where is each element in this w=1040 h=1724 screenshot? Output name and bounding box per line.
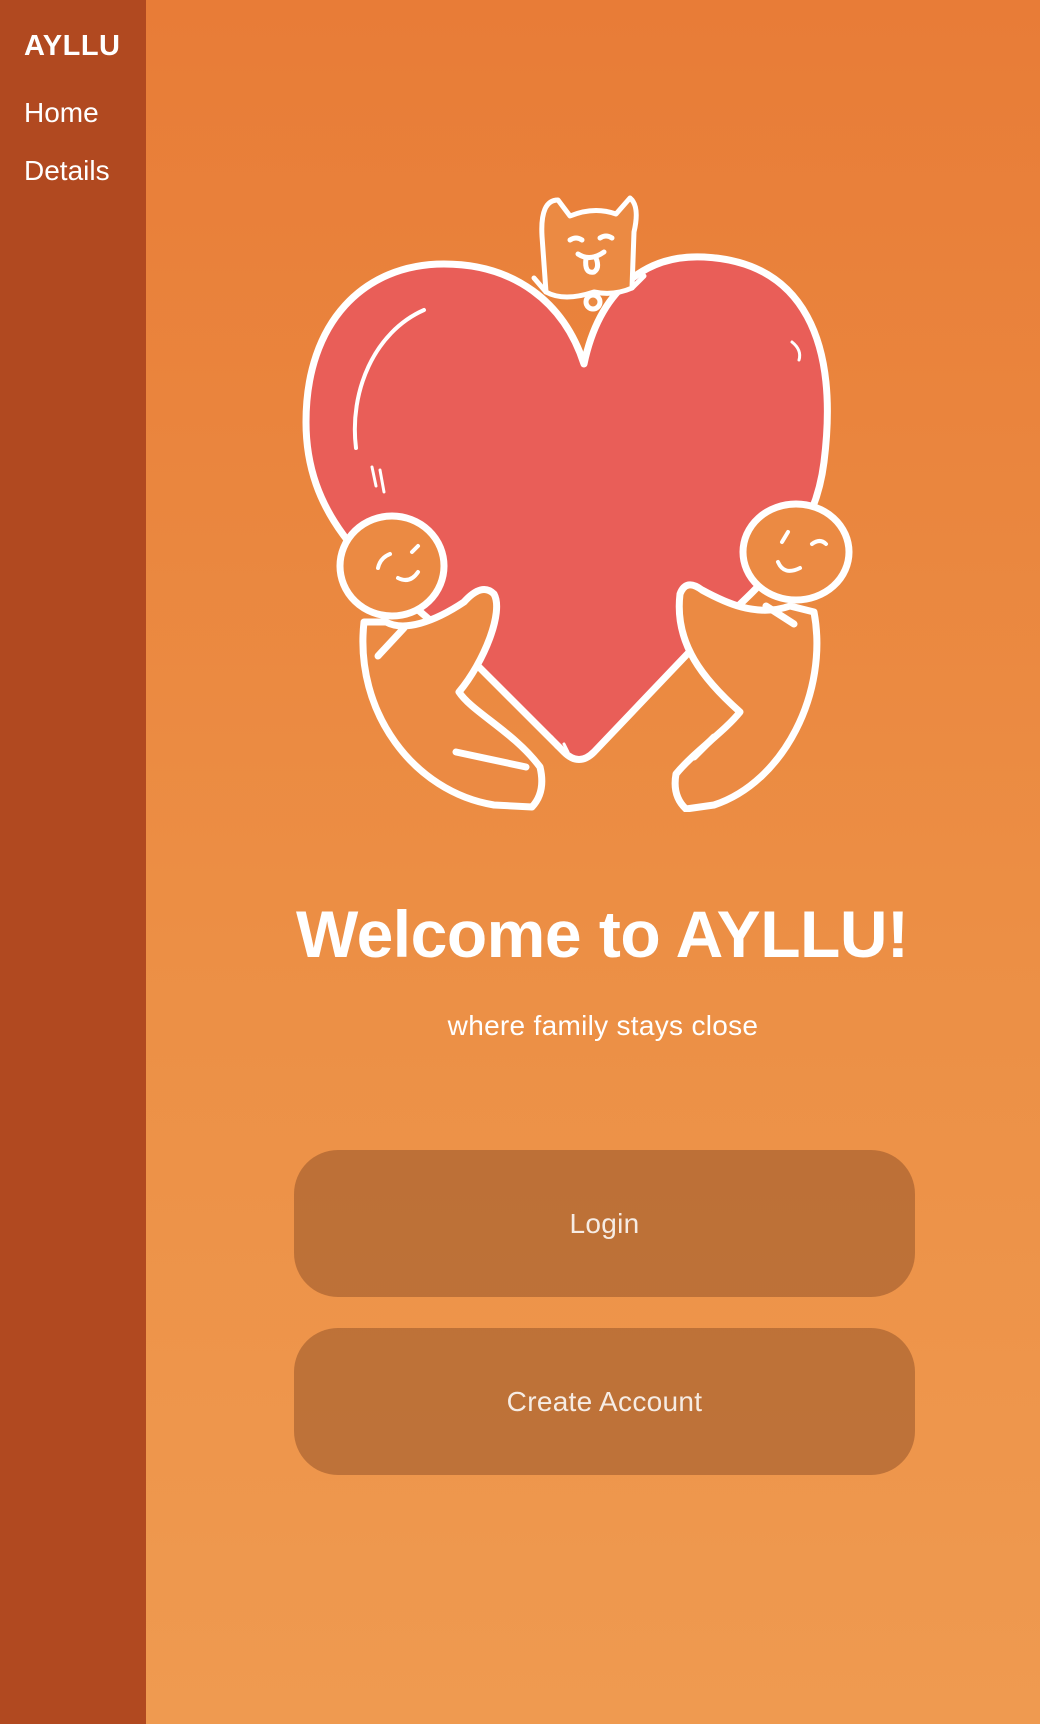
sidebar: AYLLU Home Details <box>0 0 146 1724</box>
app-root: AYLLU Home Details Welcome to AYLLU! whe… <box>0 0 1040 1724</box>
sidebar-item-home[interactable]: Home <box>24 97 146 129</box>
create-account-button[interactable]: Create Account <box>294 1328 915 1475</box>
heart-illustration <box>302 195 853 812</box>
page-title: Welcome to AYLLU! <box>296 897 909 971</box>
dog-icon <box>531 195 647 312</box>
brand-logo[interactable]: AYLLU <box>24 30 146 63</box>
login-button[interactable]: Login <box>294 1150 915 1297</box>
main-content: Welcome to AYLLU! where family stays clo… <box>146 0 1040 1724</box>
page-subtitle: where family stays close <box>447 1010 759 1041</box>
sidebar-item-details[interactable]: Details <box>24 155 146 187</box>
